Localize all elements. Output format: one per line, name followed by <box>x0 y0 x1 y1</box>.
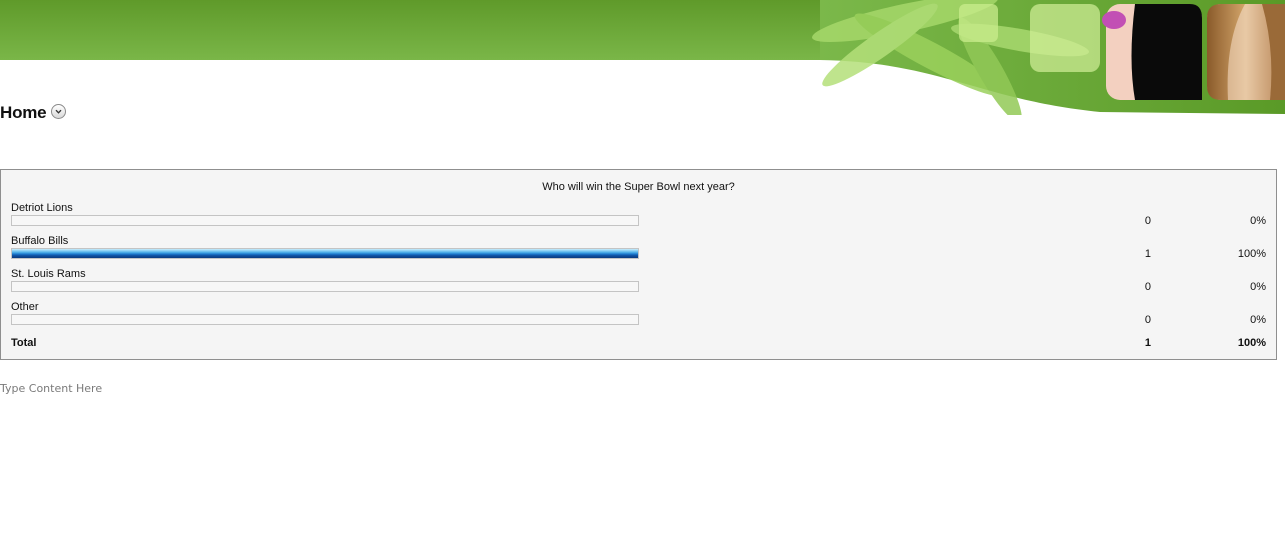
poll-option-percent: 0% <box>1250 314 1266 326</box>
poll-bar-track <box>11 314 639 325</box>
poll-option-label: Buffalo Bills <box>11 235 69 247</box>
poll-question: Who will win the Super Bowl next year? <box>542 181 735 193</box>
poll-option-row: St. Louis Rams 0 0% <box>1 268 1276 298</box>
chevron-down-icon <box>55 109 62 114</box>
poll-option-label: Other <box>11 301 39 313</box>
poll-total-percent: 100% <box>1237 337 1266 349</box>
page-title: Home <box>0 103 47 122</box>
poll-option-count: 0 <box>1144 215 1151 227</box>
poll-bar-track <box>11 281 639 292</box>
poll-option-row: Other 0 0% <box>1 301 1276 331</box>
poll-option-count: 1 <box>1144 248 1151 260</box>
page: Home Who will win the Super Bowl next ye… <box>0 0 1285 557</box>
poll-option-percent: 100% <box>1237 248 1266 260</box>
poll-option-count: 0 <box>1144 281 1151 293</box>
poll-option-percent: 0% <box>1250 281 1266 293</box>
poll-option-row: Buffalo Bills 1 100% <box>1 235 1276 265</box>
poll-total-row: Total 1 100% <box>1 337 1276 351</box>
header-banner <box>0 0 1285 115</box>
poll-option-row: Detriot Lions 0 0% <box>1 202 1276 232</box>
poll-option-label: St. Louis Rams <box>11 268 86 280</box>
poll-total-label: Total <box>11 337 37 349</box>
poll-option-percent: 0% <box>1250 215 1266 227</box>
poll-bar-fill <box>12 249 638 258</box>
content-placeholder[interactable]: Type Content Here <box>0 382 102 395</box>
poll-results: Who will win the Super Bowl next year? D… <box>0 169 1277 360</box>
title-menu-button[interactable] <box>51 104 66 119</box>
poll-bar-track <box>11 248 639 259</box>
poll-total-count: 1 <box>1144 337 1151 349</box>
poll-option-count: 0 <box>1144 314 1151 326</box>
poll-option-label: Detriot Lions <box>11 202 73 214</box>
poll-bar-track <box>11 215 639 226</box>
